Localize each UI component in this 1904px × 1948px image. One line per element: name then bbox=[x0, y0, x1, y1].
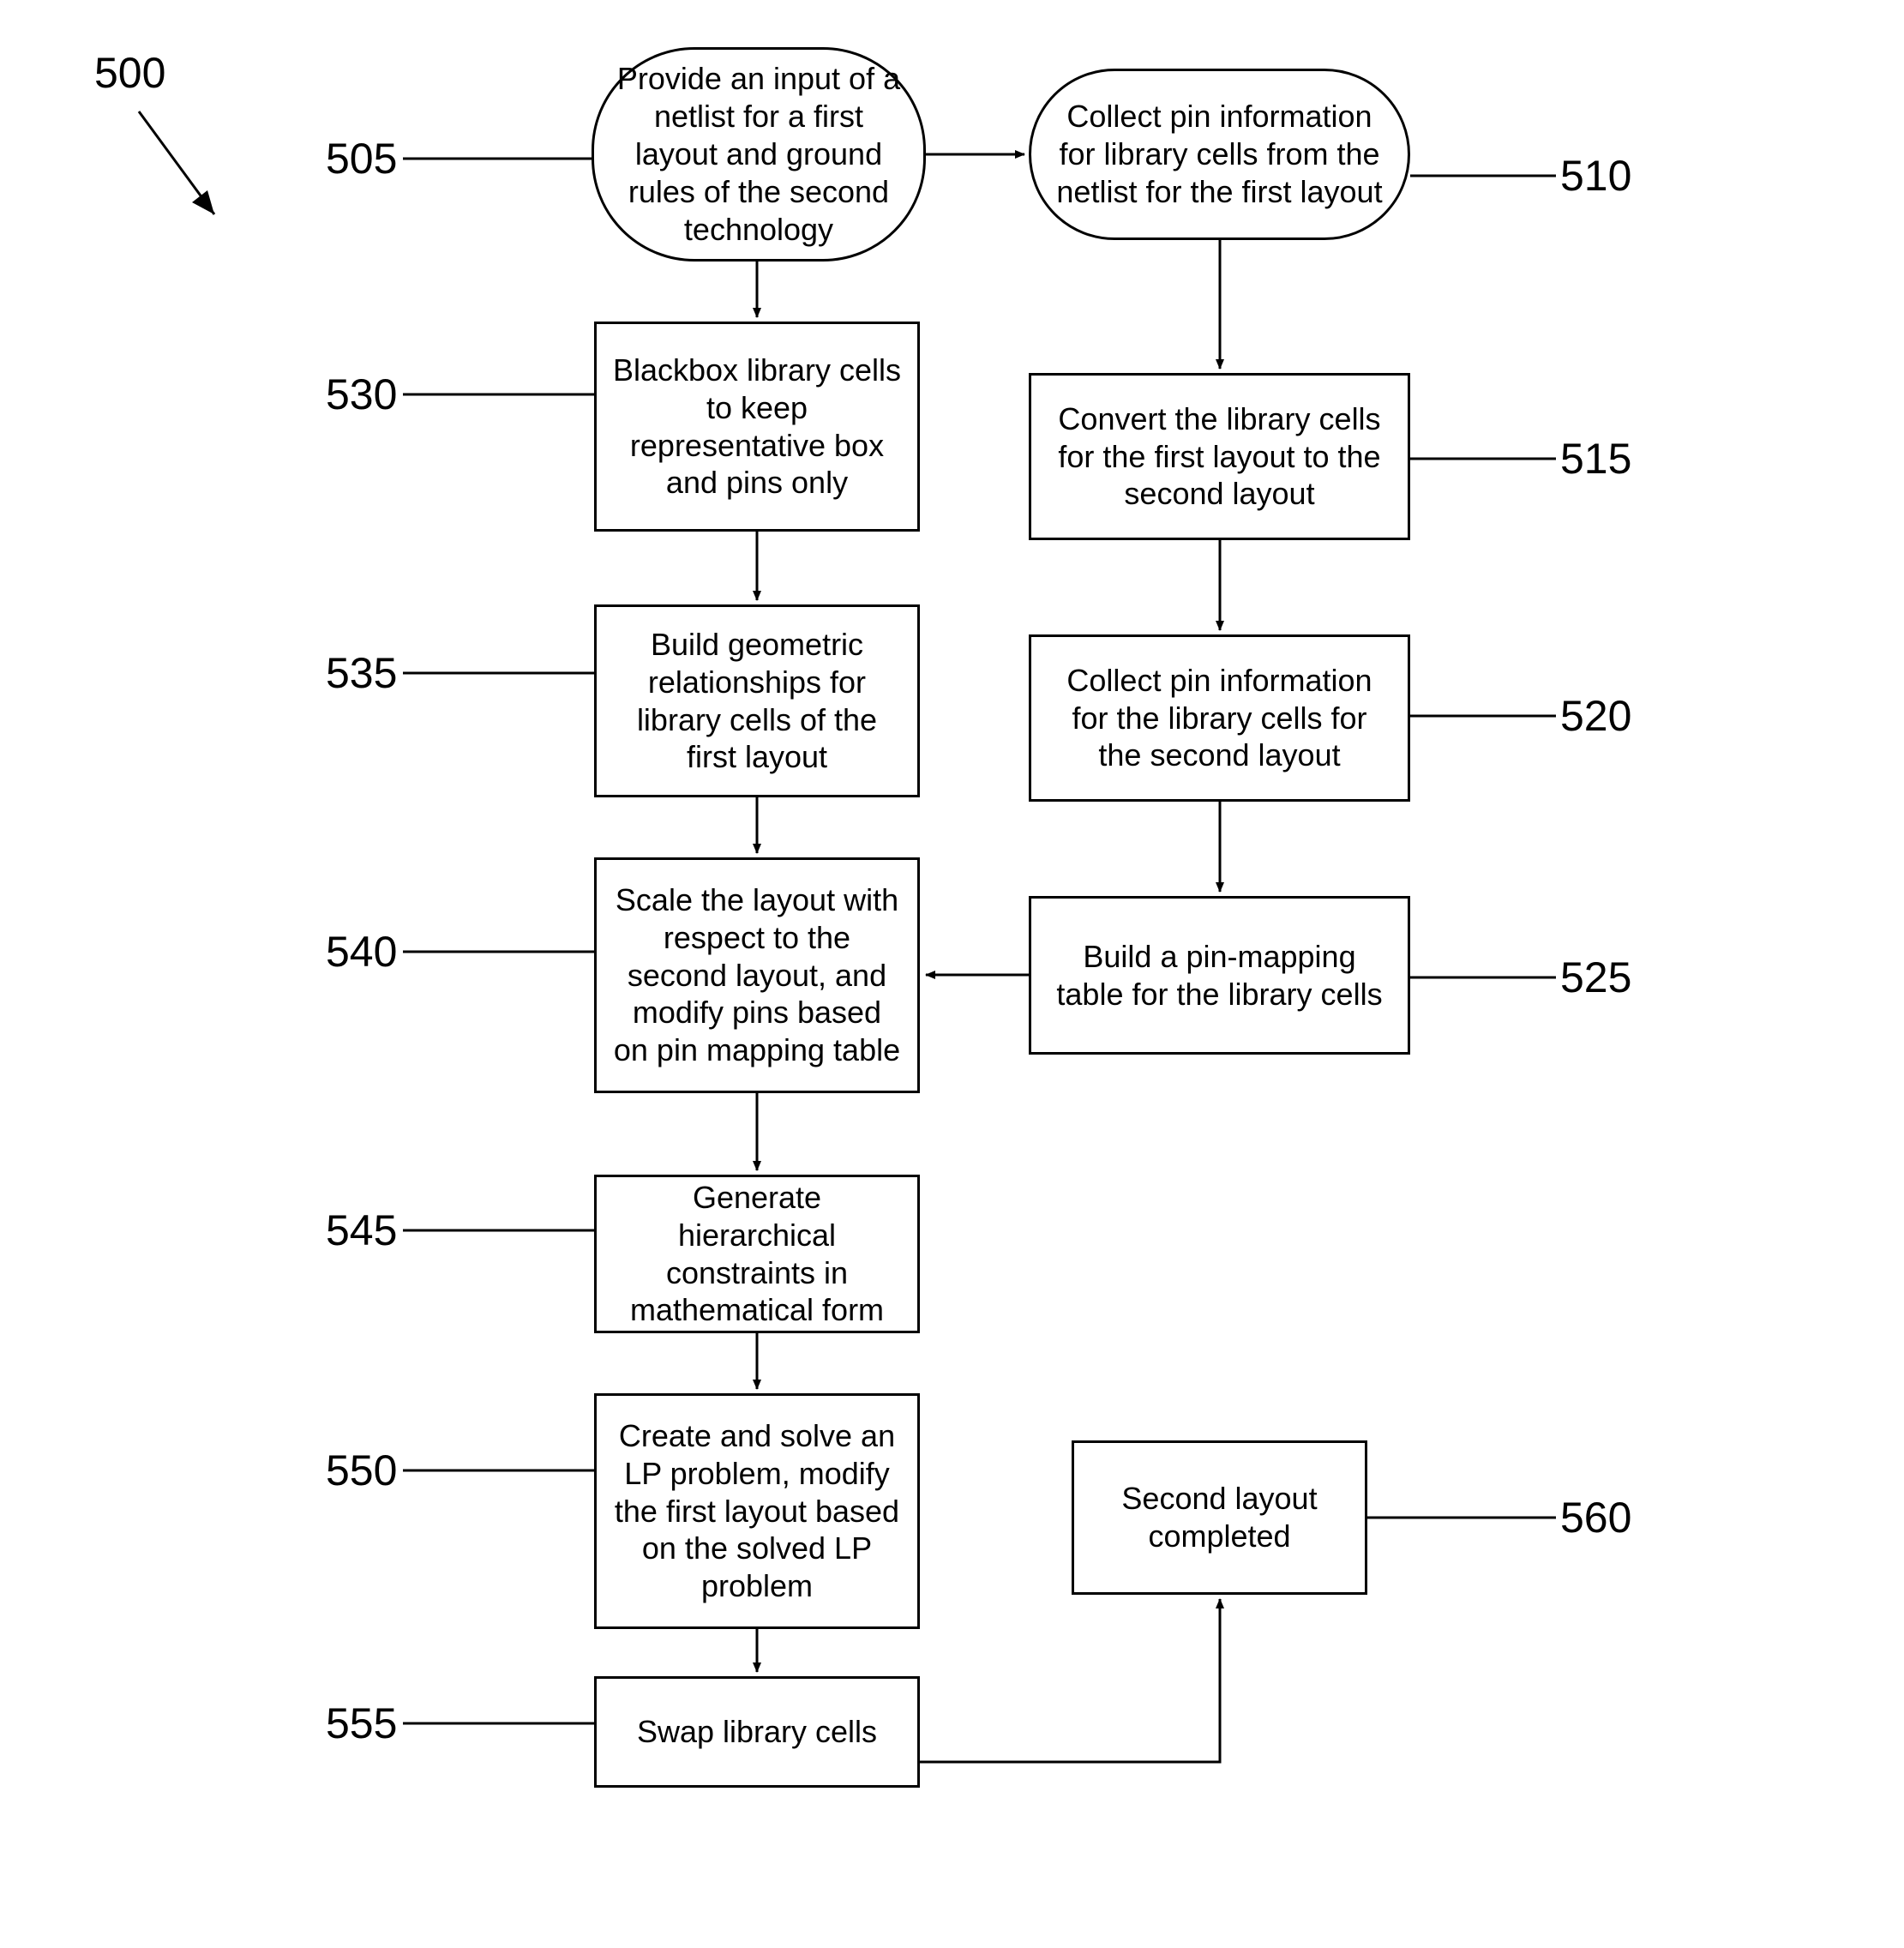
ref-525: 525 bbox=[1560, 956, 1631, 999]
node-555-text: Swap library cells bbox=[637, 1713, 877, 1751]
node-530: Blackbox library cells to keep represent… bbox=[594, 322, 920, 532]
diagram-id-label: 500 bbox=[94, 51, 165, 94]
node-515: Convert the library cells for the first … bbox=[1029, 373, 1410, 540]
node-560-text: Second layout completed bbox=[1090, 1480, 1349, 1555]
ref-545: 545 bbox=[326, 1209, 397, 1252]
node-505-text: Provide an input of a netlist for a firs… bbox=[610, 60, 908, 249]
ref-540: 540 bbox=[326, 930, 397, 973]
diagram-id-text: 500 bbox=[94, 49, 165, 97]
ref-550: 550 bbox=[326, 1449, 397, 1492]
node-530-text: Blackbox library cells to keep represent… bbox=[612, 352, 902, 502]
node-535: Build geometric relationships for librar… bbox=[594, 604, 920, 797]
ref-515: 515 bbox=[1560, 437, 1631, 480]
ref-510: 510 bbox=[1560, 154, 1631, 197]
ref-520: 520 bbox=[1560, 694, 1631, 737]
node-540-text: Scale the layout with respect to the sec… bbox=[612, 881, 902, 1070]
node-535-text: Build geometric relationships for librar… bbox=[612, 626, 902, 777]
node-550-text: Create and solve an LP problem, modify t… bbox=[612, 1417, 902, 1606]
ref-530: 530 bbox=[326, 373, 397, 416]
node-515-text: Convert the library cells for the first … bbox=[1047, 400, 1392, 514]
node-510: Collect pin information for library cell… bbox=[1029, 69, 1410, 240]
ref-535: 535 bbox=[326, 652, 397, 694]
node-555: Swap library cells bbox=[594, 1676, 920, 1788]
node-510-text: Collect pin information for library cell… bbox=[1047, 98, 1392, 211]
node-545: Generate hierarchical constraints in mat… bbox=[594, 1175, 920, 1333]
node-520: Collect pin information for the library … bbox=[1029, 634, 1410, 802]
node-560: Second layout completed bbox=[1072, 1440, 1367, 1595]
ref-505: 505 bbox=[326, 137, 397, 180]
arrow-555-560 bbox=[920, 1599, 1220, 1762]
node-540: Scale the layout with respect to the sec… bbox=[594, 857, 920, 1093]
diagram-pointer-arrow bbox=[139, 111, 214, 214]
node-550: Create and solve an LP problem, modify t… bbox=[594, 1393, 920, 1629]
node-520-text: Collect pin information for the library … bbox=[1047, 662, 1392, 775]
node-545-text: Generate hierarchical constraints in mat… bbox=[612, 1179, 902, 1330]
node-525-text: Build a pin-mapping table for the librar… bbox=[1047, 938, 1392, 1013]
ref-560: 560 bbox=[1560, 1496, 1631, 1539]
node-525: Build a pin-mapping table for the librar… bbox=[1029, 896, 1410, 1055]
flowchart-canvas: 500 505 530 535 540 545 550 555 510 515 … bbox=[0, 0, 1904, 1948]
ref-555: 555 bbox=[326, 1702, 397, 1745]
node-505: Provide an input of a netlist for a firs… bbox=[592, 47, 926, 262]
